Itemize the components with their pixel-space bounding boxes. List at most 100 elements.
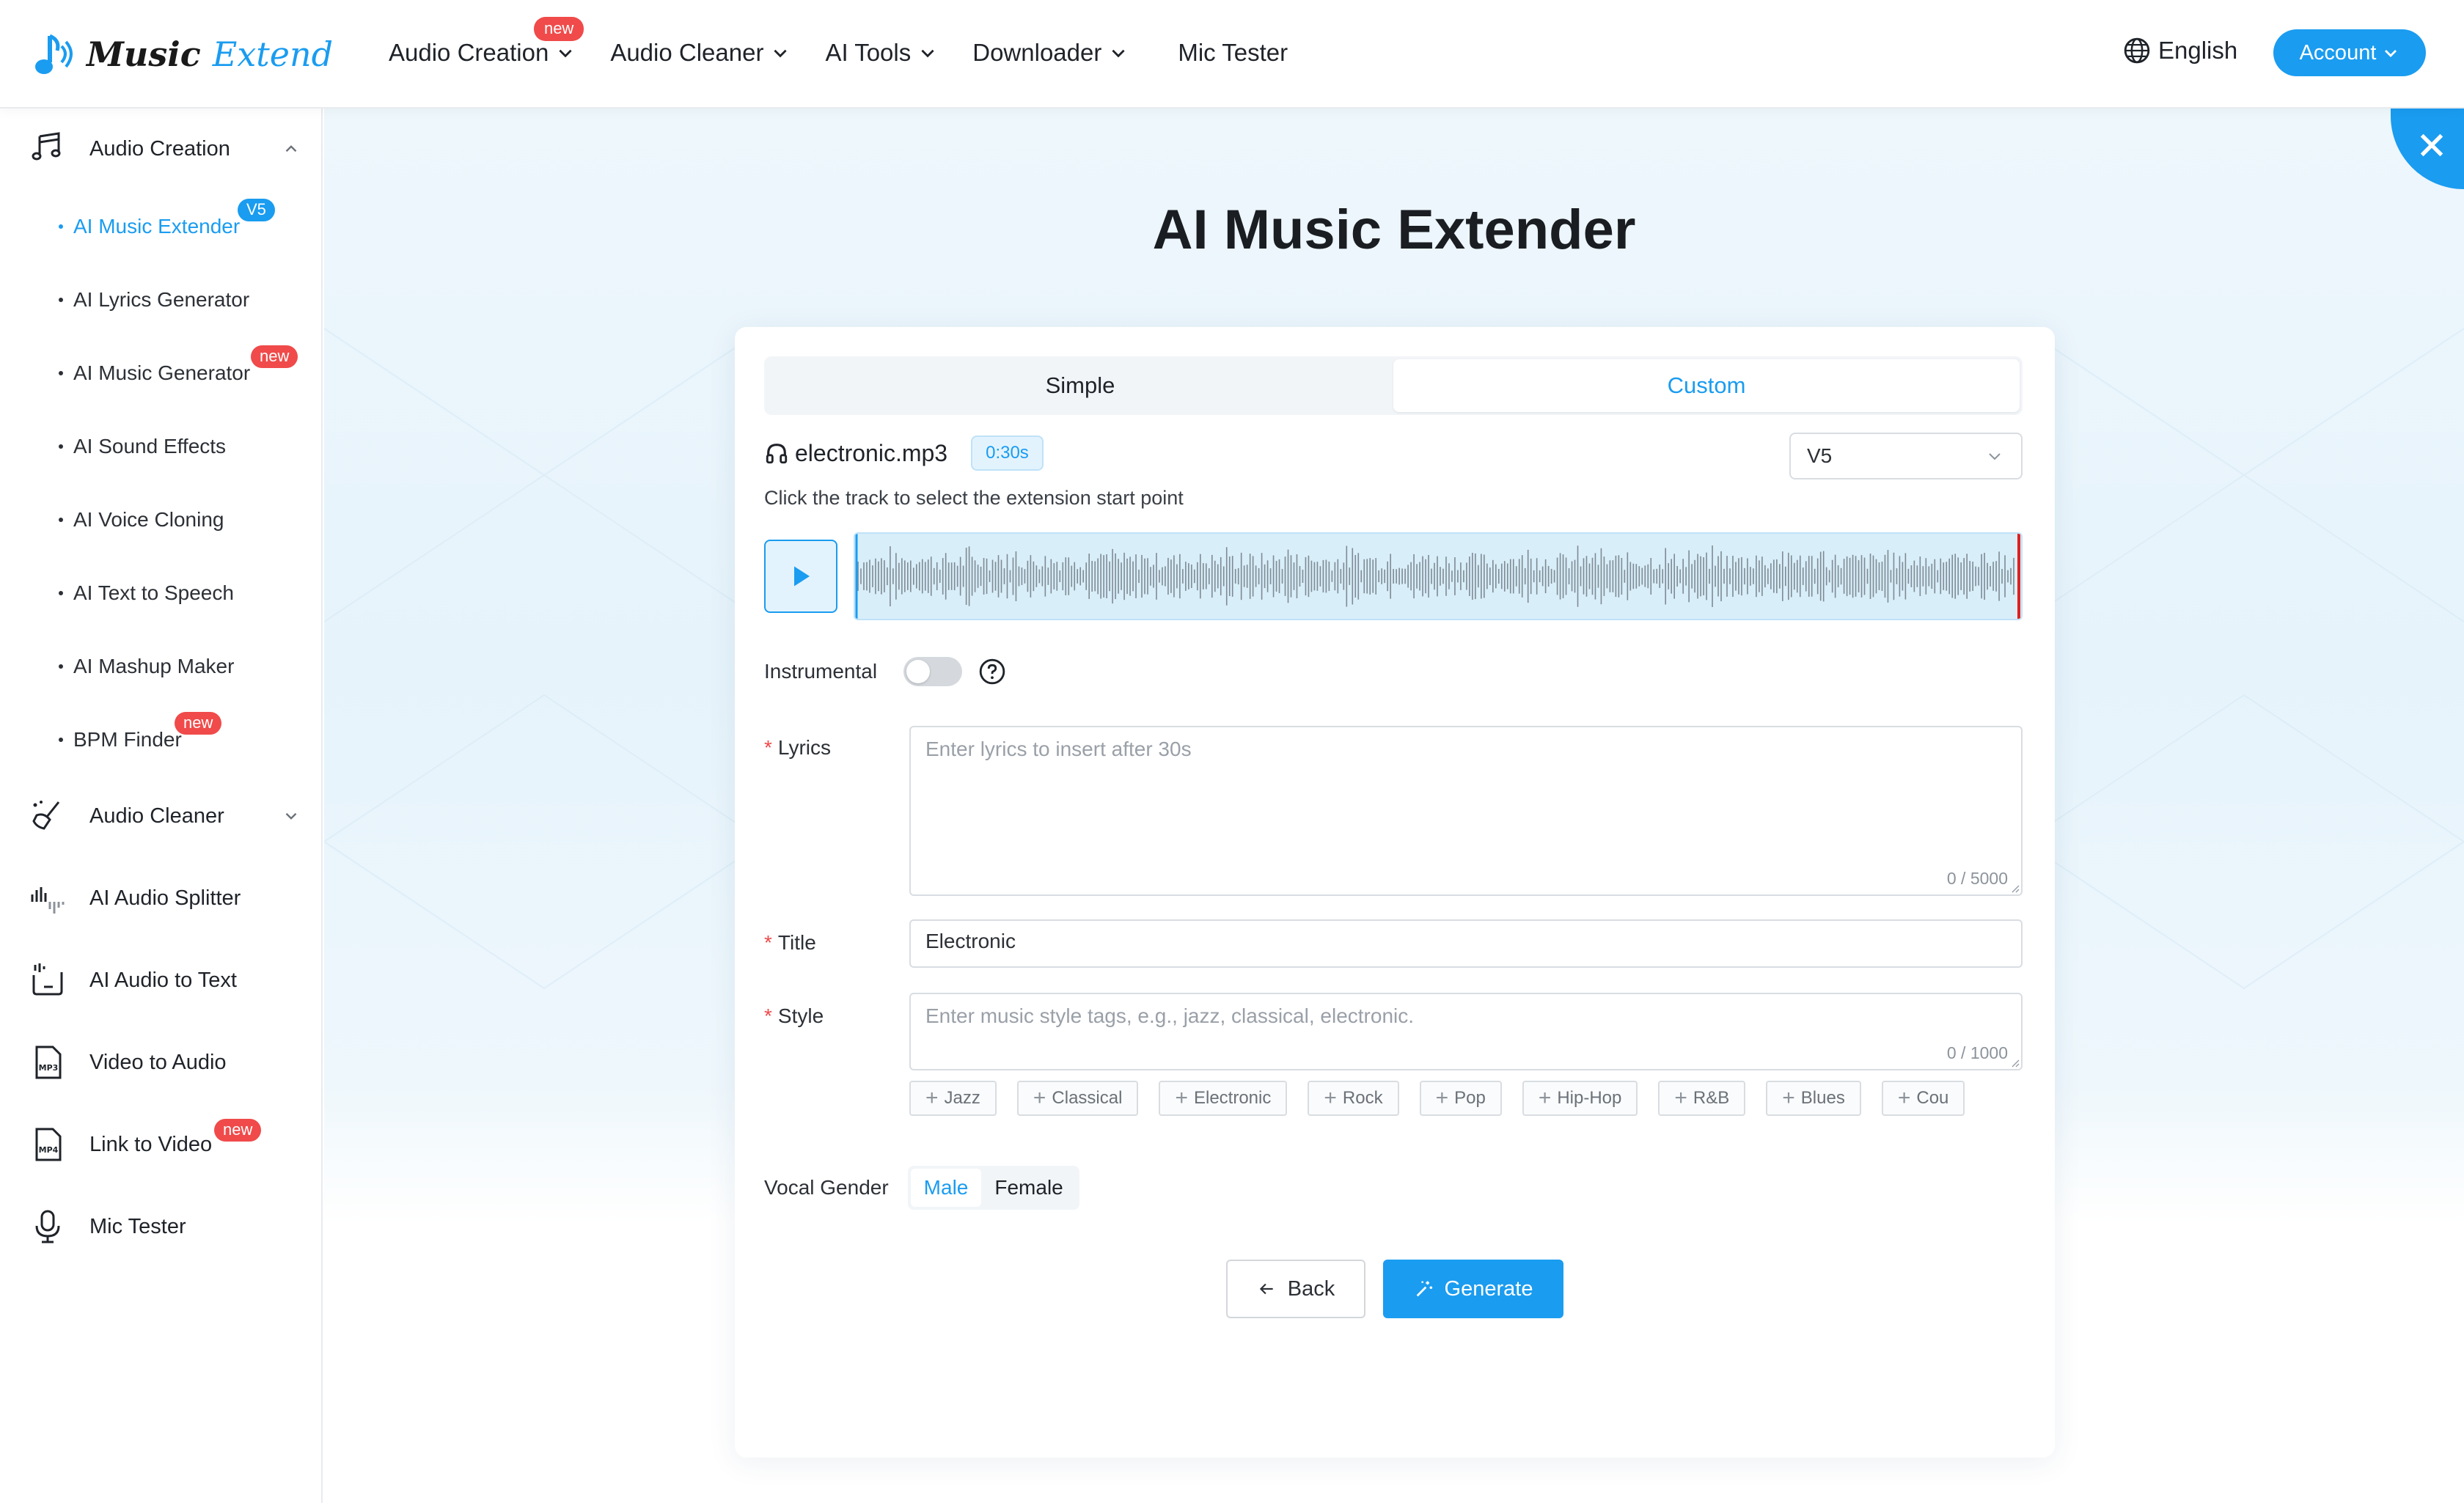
sidebar-item-ai-sound-effects[interactable]: AI Sound Effects <box>59 435 226 458</box>
sidebar-item-ai-lyrics-generator[interactable]: AI Lyrics Generator <box>59 288 249 312</box>
nav-audio-cleaner[interactable]: Audio Cleaner <box>610 39 790 67</box>
account-button[interactable]: Account <box>2273 29 2426 76</box>
headphones-icon <box>766 444 788 464</box>
gender-option-male[interactable]: Male <box>910 1169 982 1207</box>
waveform-split-icon <box>31 887 65 914</box>
sidebar-item-video-to-audio[interactable]: MP3 Video to Audio <box>29 1044 301 1081</box>
nav-downloader[interactable]: Downloader <box>972 39 1128 67</box>
instrumental-row: Instrumental <box>764 657 1006 686</box>
sidebar-item-label: AI Sound Effects <box>73 435 227 457</box>
bullet <box>59 224 63 229</box>
sidebar-item-label: AI Audio to Text <box>89 968 237 992</box>
model-version-select[interactable]: V5 <box>1789 433 2023 479</box>
waveform-graphic <box>855 534 2021 619</box>
nav-audio-creation[interactable]: Audio Creation new <box>389 17 584 67</box>
back-button[interactable]: Back <box>1226 1260 1365 1318</box>
sidebar-item-ai-music-extender[interactable]: AI Music Extender V5 <box>59 199 275 238</box>
sidebar-item-ai-mashup-maker[interactable]: AI Mashup Maker <box>59 655 234 678</box>
mode-tabs: Simple Custom <box>764 356 2023 415</box>
top-header: Music Extend Audio Creation new Audio Cl… <box>0 0 2464 109</box>
nav-label: Audio Cleaner <box>610 39 764 66</box>
style-label: * Style <box>764 1004 824 1027</box>
nav-ai-tools[interactable]: AI Tools <box>825 39 937 67</box>
audio-waveform[interactable] <box>854 532 2023 620</box>
top-navigation: Audio Creation new Audio Cleaner AI Tool… <box>389 0 1323 106</box>
page-title: AI Music Extender <box>1152 199 1636 261</box>
sidebar-item-ai-voice-cloning[interactable]: AI Voice Cloning <box>59 508 224 532</box>
sidebar-item-label: AI Music Generator <box>73 361 251 384</box>
chevron-down-icon <box>1112 49 1125 58</box>
sidebar-item-ai-music-generator[interactable]: AI Music Generator new <box>59 345 298 385</box>
instrumental-label: Instrumental <box>764 660 878 683</box>
arrow-left-icon <box>1259 1283 1273 1295</box>
bullet <box>59 664 63 669</box>
play-button[interactable] <box>764 540 837 613</box>
language-selector[interactable]: English <box>2123 37 2237 65</box>
title-label: * Title <box>764 931 816 954</box>
svg-text:MP3: MP3 <box>39 1063 59 1073</box>
style-textarea[interactable]: Enter music style tags, e.g., jazz, clas… <box>909 993 2023 1070</box>
style-tag-rnb[interactable]: + R&B <box>1658 1081 1746 1116</box>
lyrics-textarea[interactable]: Enter lyrics to insert after 30s 0 / 500… <box>909 726 2023 896</box>
help-icon[interactable] <box>978 658 1006 686</box>
style-tag-pop[interactable]: + Pop <box>1419 1081 1502 1116</box>
globe-icon <box>2124 37 2150 64</box>
style-char-count: 0 / 1000 <box>1946 1043 2008 1062</box>
lyrics-label: * Lyrics <box>764 736 831 759</box>
play-icon <box>794 566 810 587</box>
new-badge: new <box>175 712 222 735</box>
sidebar-item-label: AI Lyrics Generator <box>73 288 250 311</box>
svg-text:MP4: MP4 <box>39 1145 59 1155</box>
sidebar-item-ai-audio-splitter[interactable]: AI Audio Splitter <box>29 880 301 916</box>
sidebar-group-audio-creation[interactable]: Audio Creation <box>29 131 301 167</box>
microphone-icon <box>35 1210 60 1243</box>
sidebar-group-label: Audio Creation <box>89 136 230 161</box>
nav-label: Downloader <box>972 39 1102 66</box>
sidebar-item-ai-audio-to-text[interactable]: AI Audio to Text <box>29 962 301 999</box>
sidebar-item-bpm-finder[interactable]: BPM Finder new <box>59 712 222 752</box>
nav-label: AI Tools <box>825 39 912 66</box>
file-info: electronic.mp3 0:30s <box>764 436 1044 471</box>
magic-wand-icon <box>1416 1281 1432 1297</box>
tab-custom[interactable]: Custom <box>1393 359 2020 412</box>
lyrics-char-count: 0 / 5000 <box>1946 869 2008 888</box>
generate-button[interactable]: Generate <box>1383 1260 1563 1318</box>
brand-logo[interactable]: Music Extend <box>35 25 333 84</box>
duration-badge: 0:30s <box>971 436 1044 471</box>
sidebar-item-label: Mic Tester <box>89 1214 186 1238</box>
music-notes-icon <box>32 132 61 161</box>
sidebar-group-label: Audio Cleaner <box>89 804 224 828</box>
instrumental-toggle[interactable] <box>903 657 963 686</box>
style-tag-classical[interactable]: + Classical <box>1016 1081 1139 1116</box>
sidebar-item-link-to-video[interactable]: MP4 Link to Video new <box>29 1119 301 1163</box>
language-label: English <box>2158 37 2238 64</box>
resize-grip-icon[interactable] <box>2009 883 2020 893</box>
chevron-down-icon <box>774 49 788 58</box>
gender-option-female[interactable]: Female <box>981 1169 1076 1207</box>
style-tag-jazz[interactable]: + Jazz <box>909 1081 997 1116</box>
chevron-down-icon <box>285 812 297 820</box>
sidebar-item-label: AI Text to Speech <box>73 581 234 604</box>
sidebar-item-mic-tester[interactable]: Mic Tester <box>29 1208 301 1245</box>
extension-hint: Click the track to select the extension … <box>764 487 1184 509</box>
resize-grip-icon[interactable] <box>2009 1057 2020 1067</box>
sidebar-item-label: AI Audio Splitter <box>89 886 241 910</box>
style-placeholder: Enter music style tags, e.g., jazz, clas… <box>925 1004 1415 1027</box>
sidebar-group-audio-cleaner[interactable]: Audio Cleaner <box>29 798 301 834</box>
version-badge: V5 <box>238 199 275 221</box>
title-input[interactable]: Electronic <box>909 919 2023 968</box>
sidebar-item-label: Link to Video <box>89 1132 213 1156</box>
style-tag-electronic[interactable]: + Electronic <box>1159 1081 1288 1116</box>
style-tag-rock[interactable]: + Rock <box>1308 1081 1399 1116</box>
mp3-file-icon: MP3 <box>35 1046 62 1079</box>
style-tag-hip-hop[interactable]: + Hip-Hop <box>1522 1081 1638 1116</box>
chevron-up-icon <box>285 145 297 152</box>
style-tag-blues[interactable]: + Blues <box>1766 1081 1861 1116</box>
sidebar-item-label: Video to Audio <box>89 1050 227 1074</box>
style-tag-country[interactable]: + Cou <box>1881 1081 1965 1116</box>
sidebar-item-ai-text-to-speech[interactable]: AI Text to Speech <box>59 581 234 605</box>
new-badge: new <box>533 17 584 41</box>
bullet <box>59 591 63 595</box>
nav-mic-tester[interactable]: Mic Tester <box>1178 39 1288 67</box>
tab-simple[interactable]: Simple <box>767 359 1393 412</box>
